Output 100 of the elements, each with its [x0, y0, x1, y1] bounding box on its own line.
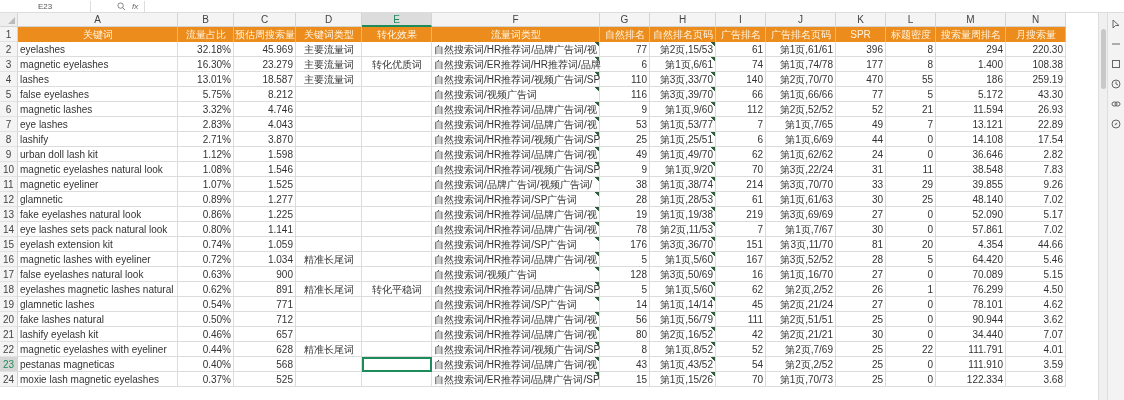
row-header[interactable]: 22 — [0, 342, 18, 357]
table-cell: 自然搜索词/HR推荐词/视频广告词/SP — [432, 342, 600, 357]
row-header[interactable]: 15 — [0, 237, 18, 252]
row-header[interactable]: 24 — [0, 372, 18, 387]
table-cell: 1 — [886, 282, 936, 297]
table-cell: 30 — [836, 192, 886, 207]
column-header[interactable]: G — [600, 13, 650, 27]
column-header[interactable]: F — [432, 13, 600, 27]
column-header[interactable]: C — [234, 13, 296, 27]
table-cell: 28 — [836, 252, 886, 267]
table-cell: 116 — [600, 87, 650, 102]
table-cell: 自然搜索词/HR推荐词/视频广告词/SP — [432, 132, 600, 147]
column-header[interactable]: D — [296, 13, 362, 27]
table-cell: 176 — [600, 237, 650, 252]
table-cell: 第3页,36/70 — [650, 237, 716, 252]
column-header[interactable]: I — [716, 13, 766, 27]
table-cell: 第2页,16/52 — [650, 327, 716, 342]
table-cell: 第1页,61/63 — [766, 192, 836, 207]
table-cell: 主要流量词 — [296, 57, 362, 72]
row-header[interactable]: 1 — [0, 27, 18, 42]
row-header[interactable]: 13 — [0, 207, 18, 222]
row-header[interactable]: 14 — [0, 222, 18, 237]
table-cell: 0.54% — [178, 297, 234, 312]
column-header[interactable]: N — [1006, 13, 1066, 27]
name-box[interactable]: E23 — [0, 0, 91, 12]
cursor-icon[interactable] — [1111, 19, 1121, 29]
zoom-icon[interactable] — [117, 1, 126, 11]
table-cell: 25 — [836, 372, 886, 387]
row-header[interactable]: 9 — [0, 147, 18, 162]
table-cell: fake lashes natural — [18, 312, 178, 327]
row-header[interactable]: 2 — [0, 42, 18, 57]
column-header[interactable]: B — [178, 13, 234, 27]
table-cell: 主要流量词 — [296, 72, 362, 87]
table-cell: 70.089 — [936, 267, 1006, 282]
row-header[interactable]: 5 — [0, 87, 18, 102]
table-cell: 25 — [836, 312, 886, 327]
table-cell: 70 — [716, 162, 766, 177]
table-cell: 9 — [600, 102, 650, 117]
scrollbar-thumb[interactable] — [1100, 29, 1106, 89]
table-cell: 78 — [600, 222, 650, 237]
header-cell: SPR — [836, 27, 886, 42]
row-header[interactable]: 7 — [0, 117, 18, 132]
table-cell: 52 — [716, 342, 766, 357]
square-icon[interactable] — [1111, 59, 1121, 69]
table-cell: 396 — [836, 42, 886, 57]
table-cell: 第1页,61/61 — [766, 42, 836, 57]
table-cell: 5.75% — [178, 87, 234, 102]
table-cell: 第2页,21/21 — [766, 327, 836, 342]
table-cell: 5 — [600, 282, 650, 297]
row-header[interactable]: 3 — [0, 57, 18, 72]
table-cell: 1.598 — [234, 147, 296, 162]
table-cell: 0 — [886, 297, 936, 312]
row-header[interactable]: 8 — [0, 132, 18, 147]
table-cell: 第3页,52/52 — [766, 252, 836, 267]
compass-icon[interactable] — [1111, 119, 1121, 129]
row-header[interactable]: 4 — [0, 72, 18, 87]
table-cell: glamnetic — [18, 192, 178, 207]
table-cell: 5 — [886, 87, 936, 102]
table-cell: 第1页,15/26 — [650, 372, 716, 387]
table-cell: 20 — [886, 237, 936, 252]
row-header[interactable]: 19 — [0, 297, 18, 312]
table-cell: 自然搜索词/ER推荐词/HR推荐词/品牌 — [432, 57, 600, 72]
column-header[interactable]: J — [766, 13, 836, 27]
table-cell: 111 — [716, 312, 766, 327]
link-icon[interactable] — [1111, 99, 1121, 109]
row-header[interactable]: 16 — [0, 252, 18, 267]
row-header[interactable]: 21 — [0, 327, 18, 342]
table-cell: 29 — [886, 177, 936, 192]
table-cell: 自然搜索词/HR推荐词/视频广告词/SP — [432, 72, 600, 87]
row-header[interactable]: 20 — [0, 312, 18, 327]
row-header[interactable]: 11 — [0, 177, 18, 192]
table-cell: 1.034 — [234, 252, 296, 267]
clock-icon[interactable] — [1111, 79, 1121, 89]
function-label[interactable]: fx — [132, 1, 139, 11]
table-cell: 第3页,11/70 — [766, 237, 836, 252]
header-cell: 流量词类型 — [432, 27, 600, 42]
table-cell: 1.525 — [234, 177, 296, 192]
table-cell: 自然搜索词/HR推荐词/品牌广告词/视 — [432, 357, 600, 372]
row-header[interactable]: 6 — [0, 102, 18, 117]
column-header[interactable]: M — [936, 13, 1006, 27]
row-header[interactable]: 18 — [0, 282, 18, 297]
table-cell: 9 — [600, 162, 650, 177]
column-header[interactable]: A — [18, 13, 178, 27]
table-cell: 30 — [836, 327, 886, 342]
table-cell: 771 — [234, 297, 296, 312]
table-cell: 0 — [886, 372, 936, 387]
header-cell: 转化效果 — [362, 27, 432, 42]
table-cell: 1.225 — [234, 207, 296, 222]
table-cell: 54 — [716, 357, 766, 372]
table-cell: 自然搜索词/HR推荐词/品牌广告词/SP — [432, 282, 600, 297]
row-header[interactable]: 10 — [0, 162, 18, 177]
column-header[interactable]: K — [836, 13, 886, 27]
table-cell: 第1页,49/70 — [650, 147, 716, 162]
row-header[interactable]: 12 — [0, 192, 18, 207]
table-cell: 27 — [836, 267, 886, 282]
table-cell: 主要流量词 — [296, 42, 362, 57]
column-header[interactable]: L — [886, 13, 936, 27]
table-cell: 23.279 — [234, 57, 296, 72]
row-header[interactable]: 17 — [0, 267, 18, 282]
column-header[interactable]: H — [650, 13, 716, 27]
